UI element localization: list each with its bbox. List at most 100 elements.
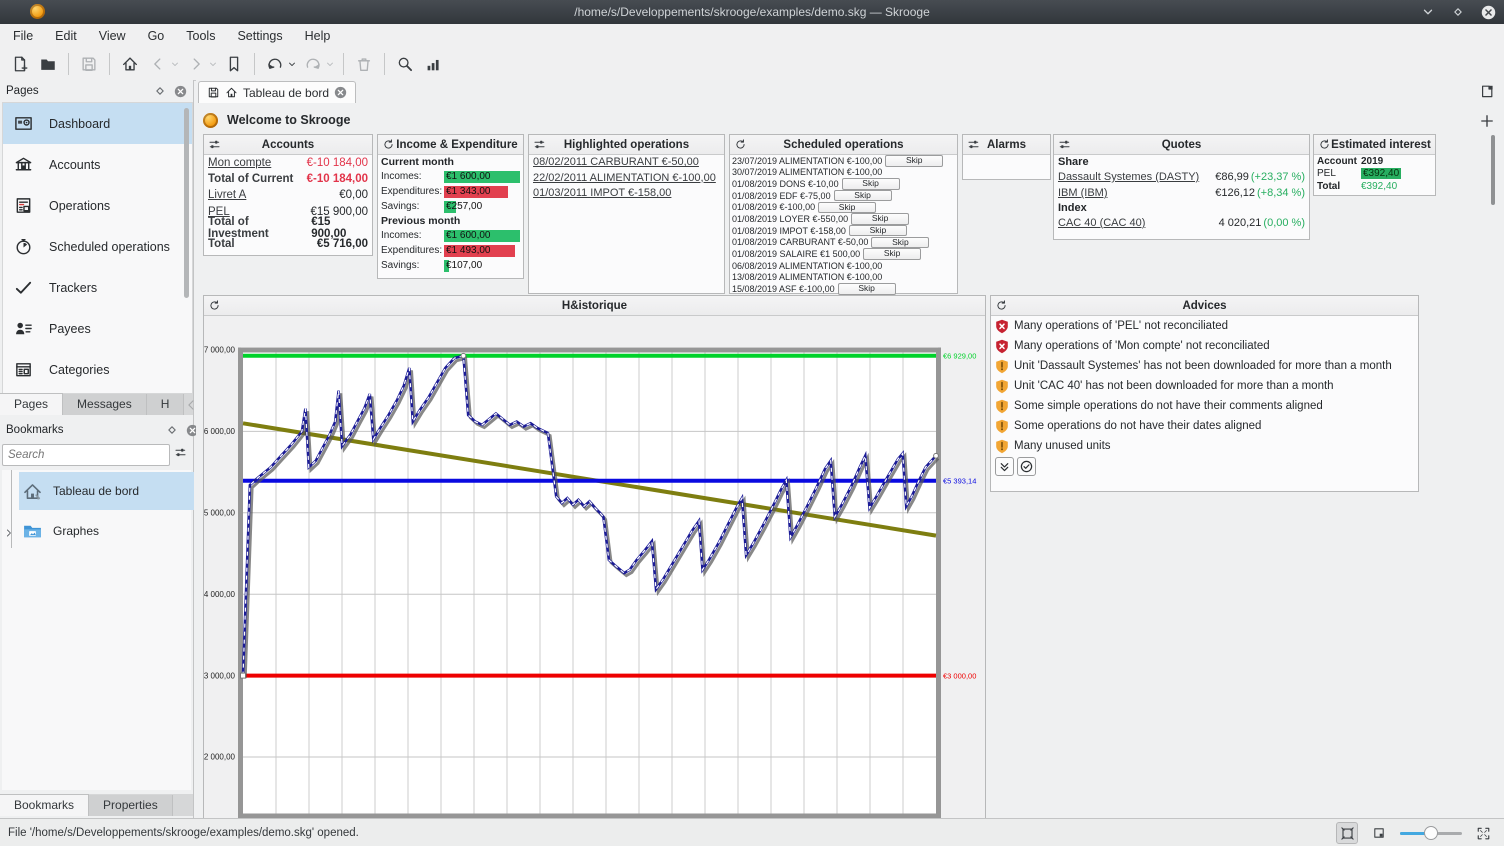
sidebar-item-payees[interactable]: Payees [3, 308, 192, 349]
expand-all-button[interactable] [995, 457, 1014, 476]
bookmark-tableau-de-bord[interactable]: Tableau de bord [19, 472, 194, 510]
widget-refresh-icon[interactable] [1318, 138, 1331, 151]
advice-row[interactable]: Some simple operations do not have their… [991, 396, 1418, 416]
account-link[interactable]: Livret A [208, 189, 246, 201]
skip-button[interactable]: Skip [871, 237, 929, 249]
highlighted-operation-link[interactable]: 01/03/2011 IMPOT €-158,00 [529, 186, 724, 202]
bookmark-search-input[interactable] [2, 444, 170, 466]
panel-tab-pages[interactable]: Pages [0, 393, 63, 415]
advice-row[interactable]: Unit 'Dassault Systemes' has not been do… [991, 356, 1418, 376]
delete-button[interactable] [350, 51, 378, 77]
panel-tab-messages[interactable]: Messages [63, 394, 147, 415]
skip-button[interactable]: Skip [838, 283, 896, 295]
menu-help[interactable]: Help [294, 25, 342, 48]
advice-row[interactable]: Unit 'CAC 40' has not been downloaded fo… [991, 376, 1418, 396]
filter-icon[interactable] [174, 446, 191, 464]
sidebar-item-operations[interactable]: Operations [3, 185, 192, 226]
widget-refresh-icon[interactable] [382, 138, 395, 151]
history-line-chart: €7 000,00€6 000,00€5 000,00€4 000,00€3 0… [204, 316, 985, 819]
bookmark-graphes[interactable]: Graphes [19, 512, 194, 550]
advice-text: Unit 'Dassault Systemes' has not been do… [1014, 360, 1392, 372]
undo-dropdown[interactable] [285, 51, 299, 77]
bookmark-button[interactable] [220, 51, 248, 77]
dashboard-scrollbar[interactable] [1491, 135, 1495, 205]
maximize-window-button[interactable] [1450, 4, 1466, 20]
zoom-fit-button[interactable] [1336, 822, 1358, 844]
widget-advices: Advices Many operations of 'PEL' not rec… [990, 295, 1419, 492]
sidebar-item-label: Scheduled operations [49, 240, 170, 254]
folder-blue-icon [22, 521, 43, 542]
widget-refresh-icon[interactable] [208, 299, 221, 312]
skip-button[interactable]: Skip [834, 190, 892, 202]
widget-settings-icon[interactable] [967, 138, 980, 151]
close-tab-icon[interactable] [334, 86, 347, 99]
new-document-button[interactable] [6, 51, 34, 77]
float-panel-icon[interactable] [153, 84, 167, 98]
sidebar-item-scheduled-operations[interactable]: Scheduled operations [3, 226, 192, 267]
add-widget-button[interactable] [1479, 113, 1495, 129]
redo-dropdown[interactable] [323, 51, 337, 77]
search-button[interactable] [391, 51, 419, 77]
pages-scrollbar[interactable] [184, 108, 189, 298]
menu-go[interactable]: Go [137, 25, 176, 48]
new-tab-button[interactable] [1479, 83, 1496, 100]
sidebar-item-dashboard[interactable]: Dashboard [3, 103, 192, 144]
shade-window-button[interactable] [1420, 4, 1436, 20]
skip-button[interactable]: Skip [851, 213, 909, 225]
highlighted-operation-link[interactable]: 08/02/2011 CARBURANT €-50,00 [529, 155, 724, 171]
quote-link[interactable]: Dassault Systemes (DASTY) [1058, 171, 1199, 183]
skip-button[interactable]: Skip [842, 178, 900, 190]
advice-row[interactable]: Many operations of 'PEL' not reconciliat… [991, 316, 1418, 336]
bookmark-label: Tableau de bord [53, 484, 139, 498]
report-button[interactable] [419, 51, 447, 77]
skip-button[interactable]: Skip [863, 248, 921, 260]
widget-history-chart: H&istorique €7 000,00€6 000,00€5 000,00€… [203, 295, 986, 818]
menu-view[interactable]: View [88, 25, 137, 48]
widget-income-expenditure: Income & Expenditure Current monthIncome… [377, 134, 524, 279]
panel-tab-properties[interactable]: Properties [89, 795, 173, 816]
advice-warning-icon [995, 359, 1009, 374]
close-window-button[interactable] [1480, 4, 1496, 20]
widget-refresh-icon[interactable] [734, 138, 747, 151]
scheduled-text: 01/08/2019 DONS €-10,00 [732, 179, 839, 189]
sidebar-item-accounts[interactable]: Accounts [3, 144, 192, 185]
sidebar-item-label: Dashboard [49, 117, 110, 131]
save-button[interactable] [75, 51, 103, 77]
tab-tableau-de-bord[interactable]: Tableau de bord [198, 81, 356, 103]
sidebar-item-trackers[interactable]: Trackers [3, 267, 192, 308]
advice-row[interactable]: Some operations do not have their dates … [991, 416, 1418, 436]
fullscreen-button[interactable] [1472, 822, 1494, 844]
previous-dropdown[interactable] [168, 51, 182, 77]
next-dropdown[interactable] [206, 51, 220, 77]
panel-tab-bookmarks[interactable]: Bookmarks [0, 794, 89, 816]
float-panel-icon[interactable] [165, 423, 179, 437]
skip-button[interactable]: Skip [849, 225, 907, 237]
panel-tab-h[interactable]: H [147, 394, 185, 415]
menu-edit[interactable]: Edit [44, 25, 88, 48]
skip-button[interactable]: Skip [818, 202, 876, 214]
zoom-slider-handle[interactable] [1424, 826, 1438, 840]
highlighted-operation-link[interactable]: 22/02/2011 ALIMENTATION €-100,00 [529, 171, 724, 187]
close-panel-icon[interactable] [173, 84, 187, 98]
dismiss-advice-button[interactable] [1017, 457, 1036, 476]
zoom-original-button[interactable] [1368, 822, 1390, 844]
menu-tools[interactable]: Tools [175, 25, 226, 48]
expand-branch-icon[interactable] [3, 524, 15, 536]
ie-row: Incomes:€1 600,00 [378, 169, 523, 184]
open-file-button[interactable] [34, 51, 62, 77]
sidebar-item-categories[interactable]: Categories [3, 349, 192, 390]
home-button[interactable] [116, 51, 144, 77]
menu-settings[interactable]: Settings [226, 25, 293, 48]
quote-link[interactable]: IBM (IBM) [1058, 187, 1108, 199]
advice-row[interactable]: Many operations of 'Mon compte' not reco… [991, 336, 1418, 356]
widget-settings-icon[interactable] [208, 138, 221, 151]
menu-file[interactable]: File [2, 25, 44, 48]
widget-settings-icon[interactable] [1058, 138, 1071, 151]
advice-row[interactable]: Many unused units [991, 436, 1418, 456]
quote-link[interactable]: CAC 40 (CAC 40) [1058, 217, 1145, 229]
zoom-slider[interactable] [1400, 822, 1462, 844]
widget-refresh-icon[interactable] [995, 299, 1008, 312]
widget-settings-icon[interactable] [533, 138, 546, 151]
skip-button[interactable]: Skip [885, 155, 943, 167]
account-link[interactable]: Mon compte [208, 157, 271, 169]
